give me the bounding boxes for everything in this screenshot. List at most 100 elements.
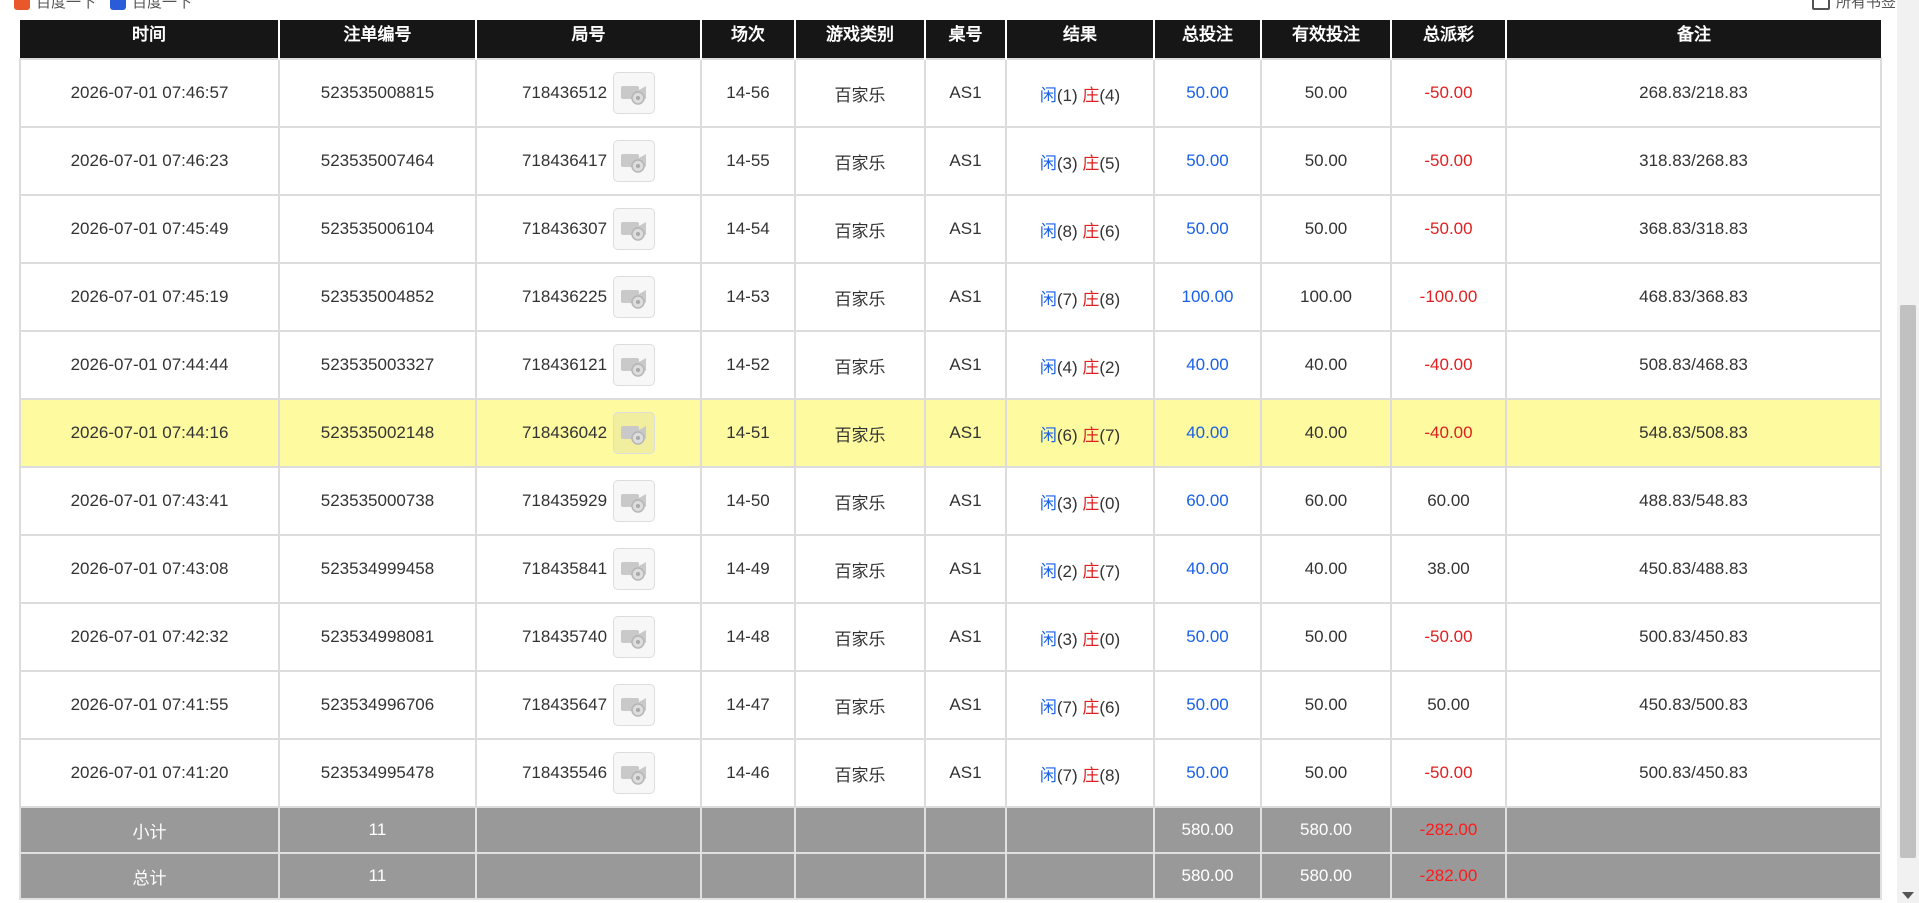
col-header-total-bet[interactable]: 总投注 (1153, 20, 1261, 59)
table-row[interactable]: 2026-07-01 07:46:57 523535008815 7184365… (19, 58, 1882, 128)
result-player-label: 闲 (1039, 425, 1057, 445)
cell-valid-bet: 40.00 (1260, 534, 1392, 604)
summary-row: 小计 11 580.00 580.00 -282.00 (19, 806, 1882, 854)
result-player-score: (7) (1056, 289, 1078, 309)
result-player-score: (7) (1056, 697, 1078, 717)
round-number: 718435647 (521, 695, 608, 714)
cell-round: 718436417 (475, 126, 702, 196)
video-replay-icon (621, 630, 647, 649)
col-header-valid-bet[interactable]: 有效投注 (1260, 20, 1391, 59)
result-player-label: 闲 (1039, 221, 1057, 241)
col-header-round[interactable]: 局号 (475, 20, 701, 59)
cell-round: 718436042 (475, 398, 702, 468)
round-number: 718436512 (521, 83, 608, 102)
cell-game-type: 百家乐 (794, 670, 926, 740)
table-row[interactable]: 2026-07-01 07:44:44 523535003327 7184361… (19, 330, 1882, 400)
video-replay-button[interactable] (613, 752, 656, 794)
table-row[interactable]: 2026-07-01 07:41:55 523534996706 7184356… (19, 670, 1882, 740)
summary-label: 小计 (19, 806, 280, 854)
video-replay-button[interactable] (613, 684, 656, 726)
cell-note: 468.83/368.83 (1505, 262, 1882, 332)
table-row[interactable]: 2026-07-01 07:43:08 523534999458 7184358… (19, 534, 1882, 604)
bookmark-item[interactable]: 百度一下 (110, 0, 192, 12)
table-row[interactable]: 2026-07-01 07:43:41 523535000738 7184359… (19, 466, 1882, 536)
bet-records-table-container: 时间 注单编号 局号 场次 游戏类别 桌号 结果 总投注 有效投注 总派彩 备注… (19, 20, 1882, 900)
video-replay-button[interactable] (613, 72, 656, 114)
cell-game-type: 百家乐 (794, 194, 926, 264)
cell-bet-id: 523535000738 (278, 466, 477, 536)
cell-payout: 60.00 (1390, 466, 1507, 536)
cell-bet-id: 523534996706 (278, 670, 477, 740)
cell-time: 2026-07-01 07:45:19 (19, 262, 280, 332)
cell-shoe: 14-53 (700, 262, 796, 332)
cell-payout: -40.00 (1390, 330, 1507, 400)
table-row[interactable]: 2026-07-01 07:45:19 523535004852 7184362… (19, 262, 1882, 332)
video-replay-button[interactable] (613, 480, 656, 522)
cell-valid-bet: 50.00 (1260, 602, 1392, 672)
video-replay-icon (621, 154, 647, 173)
col-header-payout[interactable]: 总派彩 (1390, 20, 1506, 59)
result-player-label: 闲 (1039, 357, 1057, 377)
cell-result: 闲(6) 庄(7) (1005, 398, 1155, 468)
bookmark-label: 百度一下 (132, 0, 193, 11)
all-bookmarks[interactable]: 所有书签 (1812, 0, 1896, 12)
bookmark-item[interactable]: 百度一下 (14, 0, 96, 12)
result-banker-score: (0) (1099, 629, 1121, 649)
result-banker-score: (4) (1099, 85, 1121, 105)
cell-total-bet: 50.00 (1153, 194, 1262, 264)
video-replay-button[interactable] (613, 616, 656, 658)
video-replay-button[interactable] (613, 276, 656, 318)
cell-payout: -40.00 (1390, 398, 1507, 468)
cell-table-no: AS1 (924, 534, 1007, 604)
cell-game-type: 百家乐 (794, 534, 926, 604)
scroll-down-arrow-icon[interactable] (1902, 892, 1914, 899)
cell-time: 2026-07-01 07:43:08 (19, 534, 280, 604)
video-replay-button[interactable] (613, 140, 656, 182)
video-replay-button[interactable] (613, 412, 656, 454)
cell-round: 718436225 (475, 262, 702, 332)
video-replay-button[interactable] (613, 344, 656, 386)
result-player-score: (3) (1056, 629, 1078, 649)
table-row[interactable]: 2026-07-01 07:42:32 523534998081 7184357… (19, 602, 1882, 672)
cell-result: 闲(7) 庄(8) (1005, 738, 1155, 808)
cell-result: 闲(2) 庄(7) (1005, 534, 1155, 604)
summary-total-bet: 580.00 (1153, 852, 1262, 900)
table-row[interactable]: 2026-07-01 07:45:49 523535006104 7184363… (19, 194, 1882, 264)
cell-time: 2026-07-01 07:46:23 (19, 126, 280, 196)
cell-shoe: 14-46 (700, 738, 796, 808)
result-player-label: 闲 (1039, 561, 1057, 581)
cell-valid-bet: 60.00 (1260, 466, 1392, 536)
cell-result: 闲(8) 庄(6) (1005, 194, 1155, 264)
col-header-note[interactable]: 备注 (1505, 20, 1881, 59)
col-header-result[interactable]: 结果 (1005, 20, 1154, 59)
result-player-label: 闲 (1039, 629, 1057, 649)
col-header-bet-id[interactable]: 注单编号 (278, 20, 476, 59)
table-row[interactable]: 2026-07-01 07:46:23 523535007464 7184364… (19, 126, 1882, 196)
cell-game-type: 百家乐 (794, 330, 926, 400)
result-player-score: (8) (1056, 221, 1078, 241)
cell-valid-bet: 100.00 (1260, 262, 1392, 332)
table-row[interactable]: 2026-07-01 07:41:20 523534995478 7184355… (19, 738, 1882, 808)
cell-valid-bet: 50.00 (1260, 738, 1392, 808)
result-banker-label: 庄 (1082, 289, 1100, 309)
video-replay-button[interactable] (613, 548, 656, 590)
video-replay-button[interactable] (613, 208, 656, 250)
payout-value: 60.00 (1427, 491, 1470, 510)
col-header-game-type[interactable]: 游戏类别 (794, 20, 925, 59)
summary-payout: -282.00 (1390, 806, 1507, 854)
cell-table-no: AS1 (924, 330, 1007, 400)
table-row[interactable]: 2026-07-01 07:44:16 523535002148 7184360… (19, 398, 1882, 468)
col-header-table-no[interactable]: 桌号 (924, 20, 1006, 59)
payout-value: 50.00 (1427, 695, 1470, 714)
cell-table-no: AS1 (924, 58, 1007, 128)
cell-payout: -100.00 (1390, 262, 1507, 332)
col-header-time[interactable]: 时间 (20, 20, 279, 59)
col-header-shoe[interactable]: 场次 (700, 20, 795, 59)
scrollbar-thumb[interactable] (1900, 305, 1916, 858)
cell-payout: 50.00 (1390, 670, 1507, 740)
cell-shoe: 14-48 (700, 602, 796, 672)
result-player-score: (6) (1056, 425, 1078, 445)
summary-count: 11 (278, 852, 477, 900)
cell-note: 450.83/500.83 (1505, 670, 1882, 740)
cell-time: 2026-07-01 07:41:20 (19, 738, 280, 808)
